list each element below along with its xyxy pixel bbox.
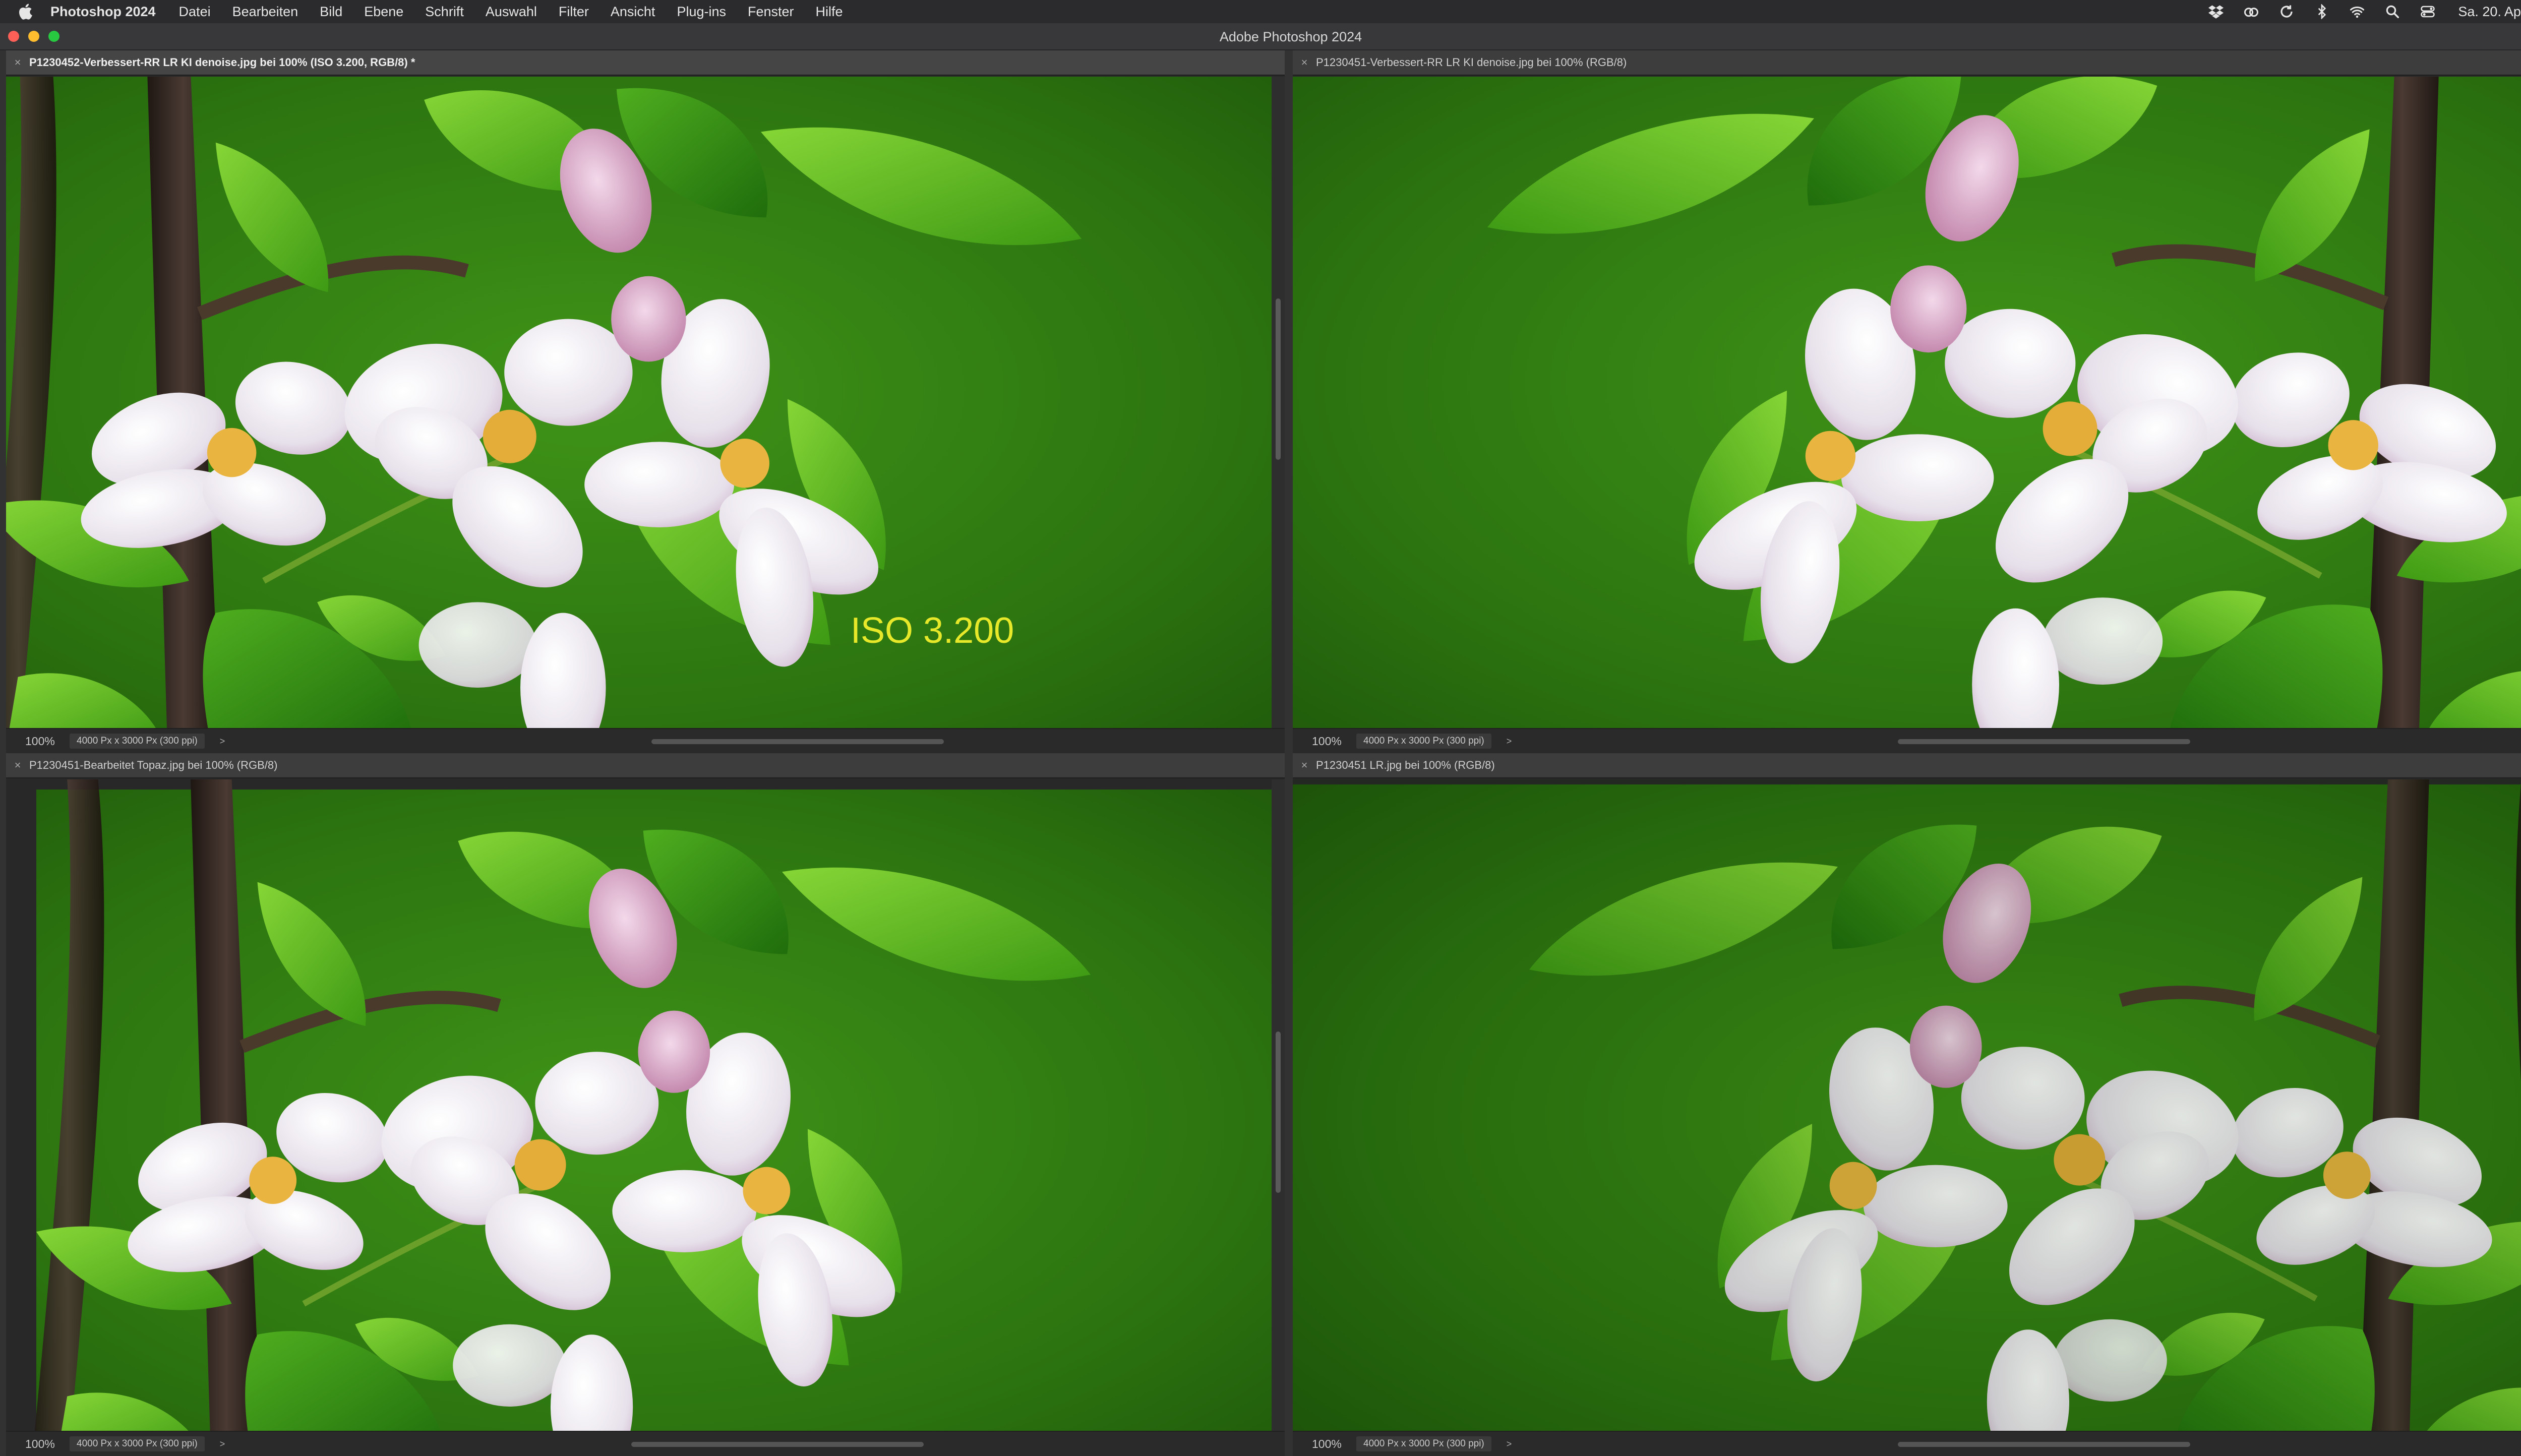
bluetooth-icon[interactable] [2314, 4, 2330, 19]
app-title-bar: Adobe Photoshop 2024 [0, 23, 2521, 50]
close-tab-icon[interactable]: × [6, 759, 29, 772]
document-window-4: × P1230451 LR.jpg bei 100% (RGB/8) 100% … [1293, 753, 2521, 1456]
document-status-bar: 100% 4000 Px x 3000 Px (300 ppi) > [1293, 728, 2521, 753]
close-tab-icon[interactable]: × [1293, 759, 1316, 772]
scrollbar-thumb[interactable] [1276, 298, 1281, 460]
menu-bearbeiten[interactable]: Bearbeiten [232, 4, 298, 20]
chevron-right-icon[interactable]: > [220, 1439, 225, 1449]
zoom-level[interactable]: 100% [1293, 735, 1348, 748]
document-window-2: × P1230451-Verbessert-RR LR KI denoise.j… [1293, 50, 2521, 753]
menu-schrift[interactable]: Schrift [425, 4, 464, 20]
document-info[interactable]: 4000 Px x 3000 Px (300 ppi) [70, 734, 205, 749]
status-menu-area: Sa. 20. Apr. 14:07 [2208, 0, 2521, 23]
document-tab-title: P1230451-Verbessert-RR LR KI denoise.jpg… [1316, 56, 1627, 69]
close-tab-icon[interactable]: × [1293, 56, 1316, 69]
document-tab-2[interactable]: × P1230451-Verbessert-RR LR KI denoise.j… [1293, 50, 2521, 76]
menu-plug-ins[interactable]: Plug-ins [677, 4, 726, 20]
window-title: Adobe Photoshop 2024 [1219, 29, 1362, 44]
close-tab-icon[interactable]: × [6, 56, 29, 69]
document-status-bar: 100% 4000 Px x 3000 Px (300 ppi) > [6, 728, 1285, 753]
horizontal-scrollbar-thumb[interactable] [651, 739, 944, 744]
photo-image [6, 779, 1272, 1431]
document-canvas[interactable]: ISO 3.200 [6, 77, 1272, 728]
zoom-level[interactable]: 100% [6, 735, 62, 748]
menu-ansicht[interactable]: Ansicht [611, 4, 655, 20]
menu-filter[interactable]: Filter [559, 4, 589, 20]
document-tab-title: P1230451-Bearbeitet Topaz.jpg bei 100% (… [29, 759, 278, 771]
vertical-scrollbar[interactable] [1272, 77, 1285, 728]
scrollbar-thumb[interactable] [1276, 1032, 1281, 1193]
control-center-icon[interactable] [2420, 4, 2436, 19]
document-canvas[interactable] [1293, 779, 2521, 1431]
document-window-1: × P1230452-Verbessert-RR LR KI denoise.j… [6, 50, 1285, 753]
menu-fenster[interactable]: Fenster [748, 4, 794, 20]
document-tab-4[interactable]: × P1230451 LR.jpg bei 100% (RGB/8) [1293, 753, 2521, 778]
menu-bar: Photoshop 2024 Datei Bearbeiten Bild Ebe… [0, 0, 2521, 23]
photo-image [1293, 779, 2521, 1431]
document-info[interactable]: 4000 Px x 3000 Px (300 ppi) [70, 1436, 205, 1451]
photo-image [6, 77, 1272, 728]
menu-datei[interactable]: Datei [179, 4, 211, 20]
document-status-bar: 100% 4000 Px x 3000 Px (300 ppi) > [1293, 1431, 2521, 1456]
menu-bild[interactable]: Bild [320, 4, 342, 20]
photo-image [1293, 77, 2521, 728]
apple-icon [19, 4, 32, 20]
chevron-right-icon[interactable]: > [1507, 736, 1512, 747]
iso-text-overlay: ISO 3.200 [851, 611, 1014, 651]
zoom-level[interactable]: 100% [6, 1437, 62, 1451]
document-info[interactable]: 4000 Px x 3000 Px (300 ppi) [1356, 1436, 1491, 1451]
horizontal-scrollbar-thumb[interactable] [631, 1442, 924, 1447]
document-tab-1[interactable]: × P1230452-Verbessert-RR LR KI denoise.j… [6, 50, 1285, 76]
wifi-icon[interactable] [2349, 4, 2365, 19]
document-canvas[interactable] [6, 779, 1272, 1431]
zoom-level[interactable]: 100% [1293, 1437, 1348, 1451]
document-status-bar: 100% 4000 Px x 3000 Px (300 ppi) > [6, 1431, 1285, 1456]
document-tab-title: P1230451 LR.jpg bei 100% (RGB/8) [1316, 759, 1495, 771]
dropbox-icon[interactable] [2208, 4, 2224, 19]
menu-bar-clock[interactable]: Sa. 20. Apr. 14:07 [2458, 4, 2521, 20]
document-tab-title: P1230452-Verbessert-RR LR KI denoise.jpg… [29, 56, 415, 69]
app-name-menu[interactable]: Photoshop 2024 [50, 4, 156, 20]
vertical-scrollbar[interactable] [1272, 779, 1285, 1431]
document-canvas[interactable] [1293, 77, 2521, 728]
menu-auswahl[interactable]: Auswahl [486, 4, 537, 20]
document-info[interactable]: 4000 Px x 3000 Px (300 ppi) [1356, 734, 1491, 749]
menu-ebene[interactable]: Ebene [364, 4, 403, 20]
document-window-3: × P1230451-Bearbeitet Topaz.jpg bei 100%… [6, 753, 1285, 1456]
menu-hilfe[interactable]: Hilfe [816, 4, 843, 20]
document-tab-3[interactable]: × P1230451-Bearbeitet Topaz.jpg bei 100%… [6, 753, 1285, 778]
chevron-right-icon[interactable]: > [220, 736, 225, 747]
horizontal-scrollbar-thumb[interactable] [1898, 739, 2190, 744]
horizontal-scrollbar-thumb[interactable] [1898, 1442, 2190, 1447]
sync-icon[interactable] [2278, 4, 2295, 19]
chevron-right-icon[interactable]: > [1507, 1439, 1512, 1449]
search-icon[interactable] [2384, 4, 2400, 19]
creative-cloud-icon[interactable] [2243, 4, 2259, 19]
apple-menu[interactable] [0, 3, 50, 20]
